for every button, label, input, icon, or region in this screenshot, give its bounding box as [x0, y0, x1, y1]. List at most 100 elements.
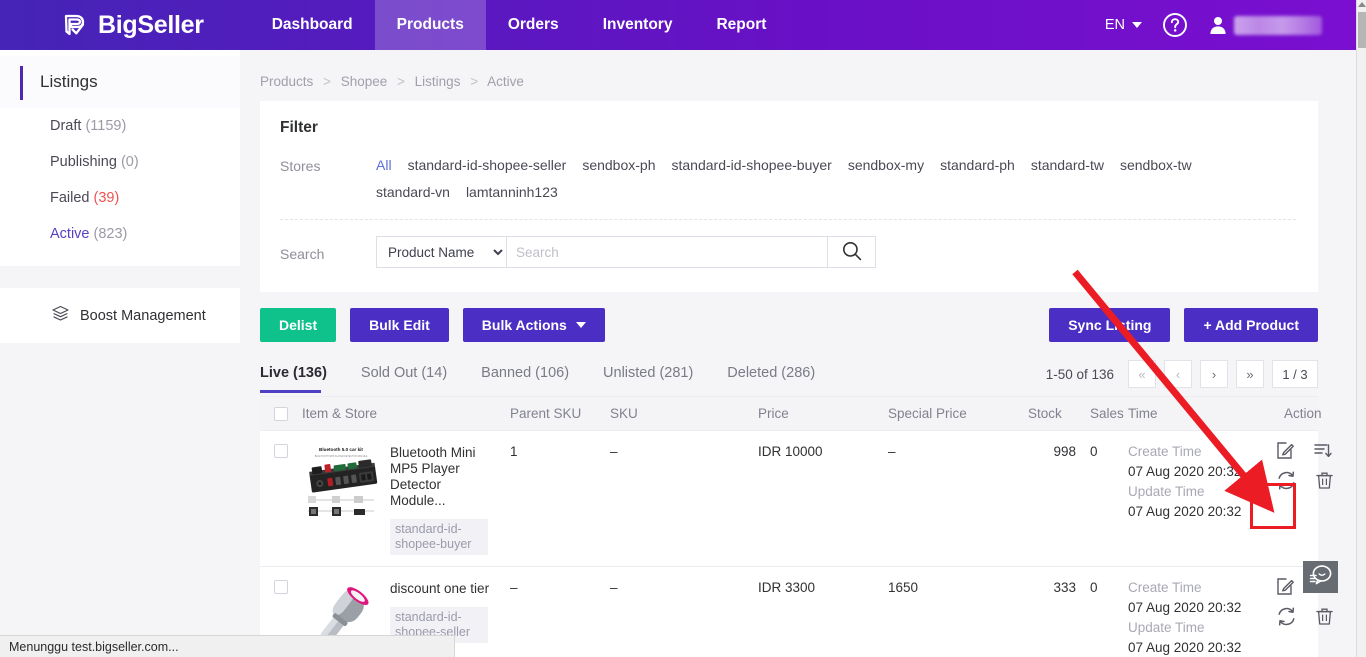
- column-time: Time: [1128, 406, 1158, 421]
- delist-button[interactable]: Delist: [260, 308, 337, 342]
- sidebar-item-label: Failed: [50, 190, 90, 206]
- stock-cell: 998: [1053, 444, 1076, 459]
- special-price-cell: –: [888, 444, 896, 459]
- sidebar-item-active[interactable]: Active (823): [0, 216, 240, 252]
- action-cell: [1276, 431, 1366, 566]
- create-time-label: Create Time: [1128, 580, 1202, 595]
- row-select-cell: [260, 431, 302, 566]
- search-field-select[interactable]: Product Name SKU Parent SKU Item ID: [377, 237, 507, 267]
- column-price: Price: [758, 406, 789, 421]
- breadcrumb-products[interactable]: Products: [260, 74, 313, 89]
- create-time-label: Create Time: [1128, 444, 1202, 459]
- scrollbar-thumb[interactable]: [1358, 12, 1366, 48]
- time-cell: Create Time 07 Aug 2020 20:32 Update Tim…: [1128, 431, 1276, 566]
- store-filter-all[interactable]: All: [376, 155, 408, 175]
- breadcrumb-listings[interactable]: Listings: [415, 74, 461, 89]
- column-sales: Sales: [1090, 406, 1124, 421]
- column-action: Action: [1284, 406, 1322, 421]
- sidebar-item-publishing[interactable]: Publishing (0): [0, 144, 240, 180]
- sync-icon[interactable]: [1276, 606, 1297, 627]
- sidebar-item-boost-management[interactable]: Boost Management: [0, 288, 240, 343]
- sidebar-item-count: (39): [93, 190, 120, 206]
- store-filter-standard-ph[interactable]: standard-ph: [940, 155, 1031, 175]
- item-title[interactable]: Bluetooth Mini MP5 Player Detector Modul…: [390, 445, 498, 509]
- filter-panel: Filter Stores All standard-id-shopee-sel…: [260, 101, 1318, 292]
- nav-item-report[interactable]: Report: [694, 0, 788, 50]
- pagination-prev-button[interactable]: ‹: [1164, 360, 1192, 388]
- stock-list-icon[interactable]: [1313, 441, 1332, 460]
- chat-support-icon: [1309, 564, 1333, 591]
- tab-unlisted[interactable]: Unlisted (281): [603, 365, 693, 392]
- breadcrumb-active[interactable]: Active: [487, 74, 524, 89]
- user-menu[interactable]: [1208, 15, 1322, 35]
- store-filter-standard-id-shopee-buyer[interactable]: standard-id-shopee-buyer: [672, 155, 848, 175]
- sidebar-item-failed[interactable]: Failed (39): [0, 180, 240, 216]
- nav-item-dashboard[interactable]: Dashboard: [250, 0, 375, 50]
- sales-cell: 0: [1090, 580, 1098, 595]
- sidebar-item-draft[interactable]: Draft (1159): [0, 108, 240, 144]
- column-special-price: Special Price: [888, 406, 967, 421]
- scroll-up-arrow-icon[interactable]: [1358, 2, 1366, 7]
- item-meta: Bluetooth Mini MP5 Player Detector Modul…: [390, 442, 498, 555]
- tab-banned[interactable]: Banned (106): [481, 365, 569, 392]
- add-product-button[interactable]: + Add Product: [1184, 308, 1318, 342]
- nav-item-orders[interactable]: Orders: [486, 0, 581, 50]
- store-filter-lamtanninh123[interactable]: lamtanninh123: [466, 182, 574, 202]
- svg-text:Bluetooth 5.0 car kit: Bluetooth 5.0 car kit: [319, 447, 363, 452]
- row-checkbox[interactable]: [274, 444, 288, 458]
- breadcrumb-shopee[interactable]: Shopee: [341, 74, 388, 89]
- delete-icon[interactable]: [1315, 471, 1334, 490]
- sidebar-item-count: (1159): [85, 118, 127, 134]
- search-button[interactable]: [827, 237, 875, 267]
- nav-item-products[interactable]: Products: [374, 0, 486, 50]
- bulk-edit-button[interactable]: Bulk Edit: [350, 308, 449, 342]
- store-filter-standard-vn[interactable]: standard-vn: [376, 182, 466, 202]
- item-store-tag: standard-id-shopee-buyer: [390, 519, 488, 555]
- item-title[interactable]: discount one tier: [390, 581, 498, 597]
- row-checkbox[interactable]: [274, 580, 288, 594]
- stores-list: All standard-id-shopee-seller sendbox-ph…: [376, 155, 1296, 202]
- pagination-last-button[interactable]: »: [1236, 360, 1264, 388]
- top-navigation-bar: BigSeller Dashboard Products Orders Inve…: [0, 0, 1356, 50]
- tab-sold-out[interactable]: Sold Out (14): [361, 365, 447, 392]
- question-circle-icon[interactable]: [1162, 12, 1188, 38]
- select-all-checkbox[interactable]: [274, 406, 288, 421]
- chevron-down-icon: [1132, 22, 1142, 28]
- chat-support-widget[interactable]: [1303, 561, 1338, 593]
- breadcrumb-separator: >: [323, 74, 331, 89]
- store-filter-sendbox-ph[interactable]: sendbox-ph: [582, 155, 671, 175]
- update-time-label: Update Time: [1128, 484, 1205, 499]
- language-selector[interactable]: EN: [1105, 17, 1142, 33]
- nav-item-inventory[interactable]: Inventory: [581, 0, 695, 50]
- pagination-next-button[interactable]: ›: [1200, 360, 1228, 388]
- edit-icon[interactable]: [1276, 577, 1295, 596]
- store-filter-standard-id-shopee-seller[interactable]: standard-id-shopee-seller: [408, 155, 583, 175]
- sidebar-item-count: (0): [120, 154, 139, 170]
- table-row: Bluetooth 5.0 car kit BLUETOOTH MP5 PLAY…: [260, 431, 1333, 567]
- update-time-value: 07 Aug 2020 20:32: [1128, 640, 1242, 655]
- bluetooth-mp5-module-image[interactable]: Bluetooth 5.0 car kit BLUETOOTH MP5 PLAY…: [302, 442, 380, 520]
- create-time-value: 07 Aug 2020 20:32: [1128, 600, 1242, 615]
- special-price-cell: 1650: [888, 580, 919, 595]
- search-input[interactable]: [507, 237, 827, 267]
- breadcrumb: Products > Shopee > Listings > Active: [240, 50, 1356, 101]
- delete-icon[interactable]: [1315, 607, 1334, 626]
- store-filter-sendbox-tw[interactable]: sendbox-tw: [1120, 155, 1208, 175]
- store-filter-standard-tw[interactable]: standard-tw: [1031, 155, 1120, 175]
- column-sku: SKU: [610, 406, 638, 421]
- search-label: Search: [280, 245, 325, 262]
- sync-icon[interactable]: [1276, 470, 1297, 491]
- edit-icon[interactable]: [1276, 441, 1295, 460]
- bulk-actions-button[interactable]: Bulk Actions: [462, 308, 605, 342]
- store-filter-sendbox-my[interactable]: sendbox-my: [848, 155, 940, 175]
- update-time-label: Update Time: [1128, 620, 1205, 635]
- stores-label: Stores: [280, 158, 321, 174]
- tab-live[interactable]: Live (136): [260, 365, 327, 393]
- sync-listing-button[interactable]: Sync Listing: [1049, 308, 1171, 342]
- breadcrumb-separator: >: [470, 74, 479, 89]
- tab-deleted[interactable]: Deleted (286): [727, 365, 815, 392]
- parent-sku-cell: 1: [510, 444, 518, 459]
- pagination-first-button[interactable]: «: [1128, 360, 1156, 388]
- brand-logo[interactable]: BigSeller: [62, 11, 204, 40]
- sales-cell: 0: [1090, 444, 1098, 459]
